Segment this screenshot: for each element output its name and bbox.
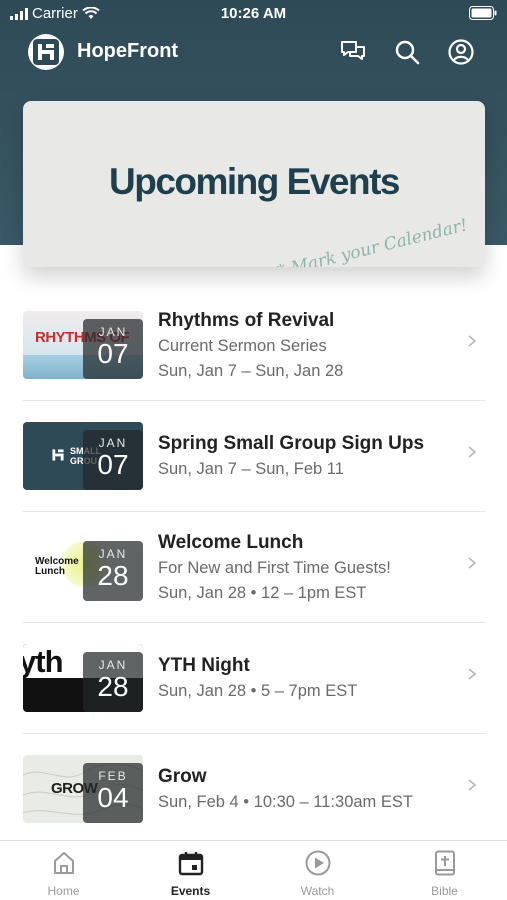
event-item-grow[interactable]: GROW FEB 04 Grow Sun, Feb 4 • 10:30 – 11… xyxy=(23,734,485,845)
tab-label: Watch xyxy=(300,884,335,898)
status-bar: Carrier 10:26 AM xyxy=(0,0,507,28)
date-badge: JAN 28 xyxy=(83,541,143,601)
date-month: FEB xyxy=(98,769,128,783)
date-month: JAN xyxy=(98,547,128,561)
event-subtitle: For New and First Time Guests! xyxy=(158,559,391,577)
chevron-right-icon xyxy=(468,446,477,458)
battery-icon xyxy=(469,6,497,20)
event-dates: Sun, Jan 7 – Sun, Feb 11 xyxy=(158,460,344,478)
tab-label: Events xyxy=(170,884,211,898)
chevron-right-icon xyxy=(468,668,477,680)
date-badge: JAN 07 xyxy=(83,319,143,379)
tab-label: Home xyxy=(47,884,80,898)
thumbnail-logo-icon xyxy=(52,449,64,461)
event-item-spring-small-group[interactable]: SMALL GROU JAN 07 Spring Small Group Sig… xyxy=(23,401,485,512)
event-title: Grow xyxy=(158,766,207,787)
tab-label: Bible xyxy=(431,884,458,898)
event-dates: Sun, Jan 28 • 12 – 1pm EST xyxy=(158,584,367,602)
date-day: 28 xyxy=(97,560,129,591)
calendar-icon xyxy=(178,852,203,876)
app-title: HopeFront xyxy=(77,40,179,62)
date-badge: JAN 07 xyxy=(83,430,143,490)
event-title: Rhythms of Revival xyxy=(158,310,335,331)
status-right xyxy=(469,6,497,24)
search-icon[interactable] xyxy=(393,38,421,66)
date-day: 07 xyxy=(97,338,129,369)
messages-icon[interactable] xyxy=(339,38,367,66)
event-title: YTH Night xyxy=(158,655,250,676)
app-logo[interactable] xyxy=(28,34,64,70)
event-dates: Sun, Feb 4 • 10:30 – 11:30am EST xyxy=(158,793,413,811)
event-dates: Sun, Jan 7 – Sun, Jan 28 xyxy=(158,362,344,380)
date-day: 28 xyxy=(97,671,129,702)
tab-bible[interactable]: Bible xyxy=(381,841,507,900)
bottom-tab-bar: Home Events Watch Bible xyxy=(0,840,507,900)
event-title: Welcome Lunch xyxy=(158,532,304,553)
profile-icon[interactable] xyxy=(447,38,475,66)
event-dates: Sun, Jan 28 • 5 – 7pm EST xyxy=(158,682,358,700)
status-time: 10:26 AM xyxy=(220,5,287,22)
banner-title: Upcoming Events xyxy=(109,161,401,202)
date-month: JAN xyxy=(98,658,128,672)
date-month: JAN xyxy=(98,325,128,339)
date-day: 07 xyxy=(97,449,129,480)
event-item-yth-night[interactable]: yth NIGHT JAN 28 YTH Night Sun, Jan 28 •… xyxy=(23,623,485,734)
banner-subtitle: * Mark your Calendar! xyxy=(275,215,470,267)
chevron-right-icon xyxy=(468,335,477,347)
home-icon xyxy=(53,852,74,874)
event-item-welcome-lunch[interactable]: Welcome Lunch JAN 28 Welcome Lunch For N… xyxy=(23,512,485,623)
tab-events[interactable]: Events xyxy=(127,841,254,900)
date-day: 04 xyxy=(97,782,129,813)
upcoming-events-banner: Upcoming Events * Mark your Calendar! xyxy=(23,101,485,267)
event-title: Spring Small Group Sign Ups xyxy=(158,433,425,454)
app-bar: HopeFront xyxy=(0,30,507,76)
date-badge: JAN 28 xyxy=(83,652,143,712)
bible-icon xyxy=(434,850,455,876)
tab-watch[interactable]: Watch xyxy=(254,841,381,900)
tab-home[interactable]: Home xyxy=(0,841,127,900)
event-item-rhythms-of-revival[interactable]: RHYTHMS OF JAN 07 Rhythms of Revival Cur… xyxy=(23,290,485,401)
event-subtitle: Current Sermon Series xyxy=(158,337,327,355)
play-icon xyxy=(305,850,330,876)
date-month: JAN xyxy=(98,436,128,450)
chevron-right-icon xyxy=(468,557,477,569)
logo-icon xyxy=(33,39,59,65)
date-badge: FEB 04 xyxy=(83,763,143,823)
chevron-right-icon xyxy=(468,779,477,791)
